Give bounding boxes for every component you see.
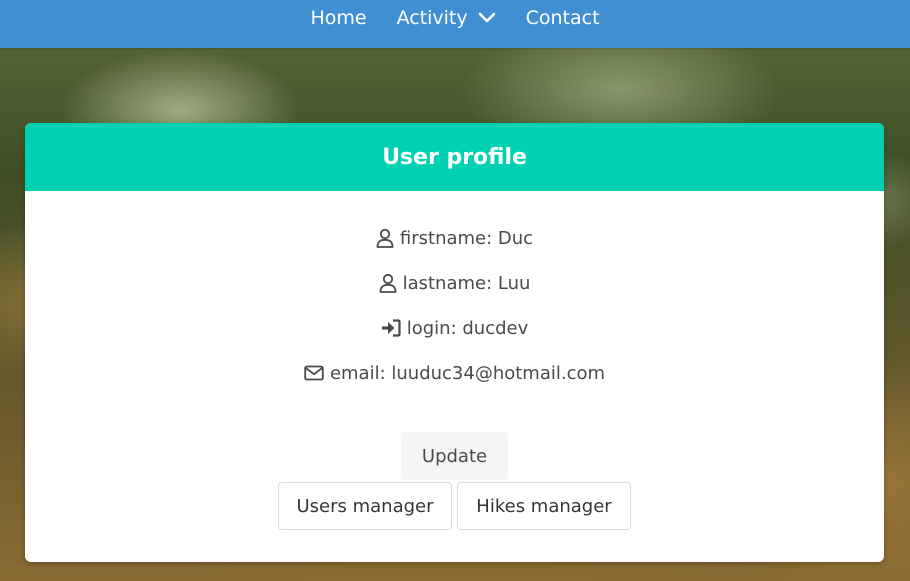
user-icon [379, 273, 397, 293]
chevron-down-icon [478, 12, 496, 24]
lastname-row: lastname: Luu [25, 270, 884, 296]
top-navbar: Home Activity Contact [0, 0, 910, 48]
nav-home-label: Home [310, 7, 367, 29]
nav-activity-dropdown[interactable]: Activity [397, 7, 496, 29]
nav-activity-label: Activity [396, 7, 468, 29]
login-text: login: ducdev [406, 317, 529, 339]
email-row: email: luuduc34@hotmail.com [25, 360, 884, 386]
envelope-icon [304, 365, 324, 381]
update-button[interactable]: Update [401, 432, 508, 480]
users-manager-button[interactable]: Users manager [278, 482, 452, 530]
nav-links: Home Activity Contact [0, 0, 910, 36]
hikes-manager-button[interactable]: Hikes manager [457, 482, 631, 530]
user-profile-card: User profile firstname: Duc lastname: Lu… [25, 123, 884, 562]
page-title: User profile [382, 144, 527, 170]
firstname-text: firstname: Duc [399, 227, 534, 249]
card-header: User profile [25, 123, 884, 191]
sign-in-icon [381, 319, 401, 337]
login-row: login: ducdev [25, 315, 884, 341]
email-text: email: luuduc34@hotmail.com [329, 362, 606, 384]
nav-home-link[interactable]: Home [310, 7, 366, 29]
user-icon [376, 228, 394, 248]
firstname-row: firstname: Duc [25, 225, 884, 251]
nav-contact-link[interactable]: Contact [526, 7, 600, 29]
nav-contact-label: Contact [525, 7, 600, 29]
lastname-text: lastname: Luu [402, 272, 531, 294]
